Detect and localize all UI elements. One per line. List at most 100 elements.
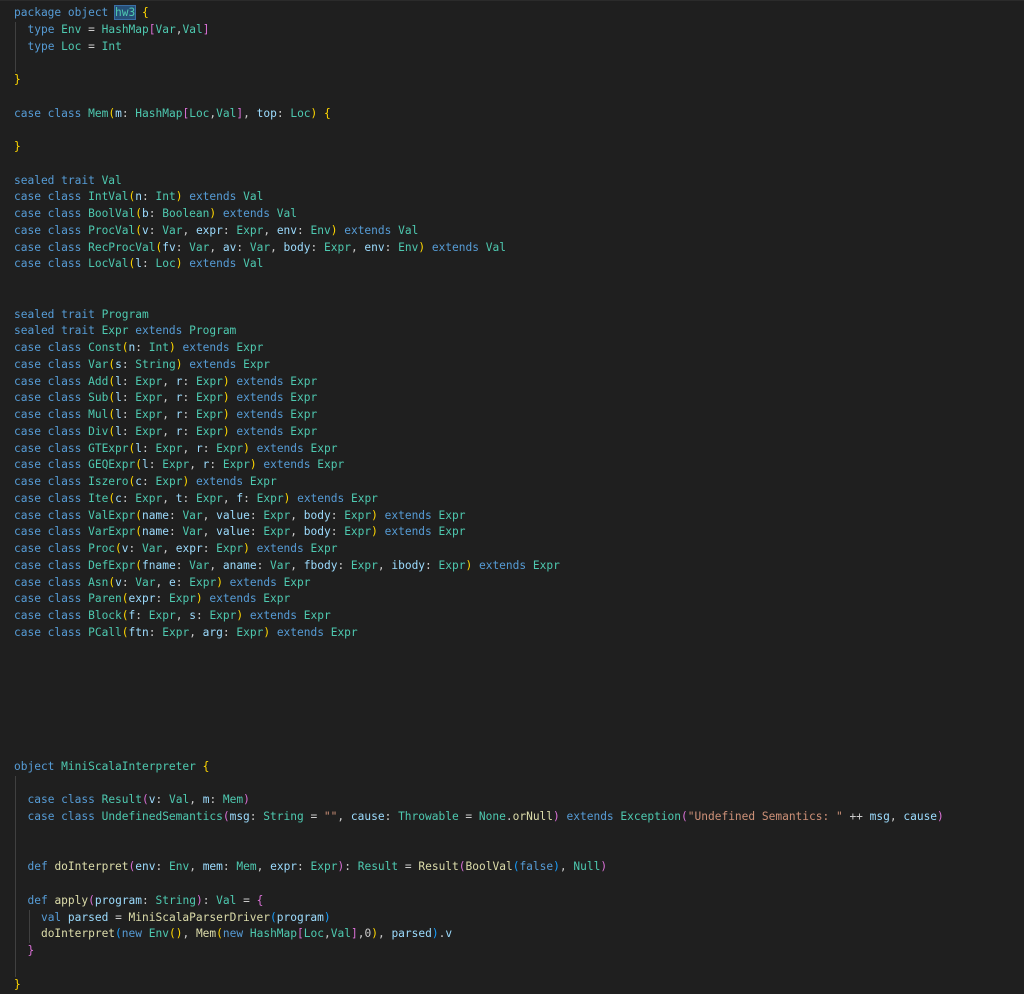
code-line[interactable]: object MiniScalaInterpreter { [14, 759, 944, 776]
code-token: BoolVal [88, 207, 136, 220]
code-line[interactable]: case class IntVal(n: Int) extends Val [14, 189, 944, 206]
code-token: Expr [344, 525, 372, 539]
code-line[interactable] [14, 709, 944, 726]
code-line[interactable] [14, 89, 944, 106]
code-line[interactable] [14, 658, 944, 675]
code-line[interactable]: case class Var(s: String) extends Expr [14, 357, 944, 374]
code-token: val [40, 910, 68, 924]
code-token: Env [168, 860, 190, 874]
code-line[interactable]: case class VarExpr(name: Var, value: Exp… [14, 524, 944, 541]
code-token: HashMap [101, 22, 149, 36]
code-line[interactable]: case class GEQExpr(l: Expr, r: Expr) ext… [14, 457, 944, 474]
code-line[interactable]: def doInterpret (env: Env, mem: Mem, expr… [14, 859, 944, 876]
code-token: : [175, 240, 190, 254]
code-token: VarExpr [88, 525, 136, 539]
code-token: Const [88, 341, 122, 354]
code-line[interactable]: case class ValExpr(name: Var, value: Exp… [14, 508, 944, 525]
code-token: Expr [195, 424, 223, 438]
code-token: Val [243, 190, 264, 204]
code-line[interactable] [14, 692, 944, 709]
code-line[interactable] [14, 290, 944, 307]
code-token: Expr [532, 558, 560, 572]
code-editor[interactable]: package object hw3 { type Env = HashMap[… [0, 0, 1024, 994]
code-line[interactable]: case class LocVal(l: Loc) extends Val [14, 256, 944, 273]
code-line[interactable]: } [14, 943, 944, 960]
code-line[interactable]: case class Iszero(c: Expr) extends Expr [14, 474, 944, 491]
code-line[interactable]: case class Block(f: Expr, s: Expr) exten… [14, 608, 944, 625]
code-line[interactable]: case class UndefinedSemantics(msg: Strin… [14, 809, 944, 826]
code-token: Mul [88, 408, 109, 421]
code-line[interactable] [14, 273, 944, 290]
code-line[interactable] [14, 675, 944, 692]
code-token: Result [357, 860, 399, 874]
code-token: : [148, 625, 163, 639]
code-token: Expr [216, 542, 244, 555]
code-line[interactable]: sealed trait Expr extends Program [14, 323, 944, 340]
code-token: ( [135, 458, 142, 472]
code-line[interactable] [14, 775, 944, 793]
code-line[interactable]: case class Proc(v: Var, expr: Expr) exte… [14, 541, 944, 558]
code-line[interactable]: type Env = HashMap[Var,Val] [14, 21, 944, 39]
code-line[interactable]: doInterpret(new Env(), Mem(new HashMap[L… [14, 926, 944, 943]
code-line[interactable] [14, 825, 944, 843]
code-token: ) [249, 458, 257, 472]
code-line[interactable] [14, 55, 944, 72]
code-line[interactable] [14, 122, 944, 139]
code-line[interactable]: case class BoolVal(b: Boolean) extends V… [14, 206, 944, 223]
code-line[interactable]: package object hw3 { [14, 5, 944, 22]
code-line[interactable] [14, 959, 944, 977]
code-line[interactable]: } [14, 72, 944, 89]
code-token: r [195, 441, 203, 455]
code-line[interactable]: case class GTExpr(l: Expr, r: Expr) exte… [14, 441, 944, 458]
code-line[interactable]: sealed trait Program [14, 307, 944, 324]
code-line[interactable]: case class Const(n: Int) extends Expr [14, 340, 944, 357]
code-line[interactable] [14, 742, 944, 759]
code-line[interactable]: case class ProcVal(v: Var, expr: Expr, e… [14, 223, 944, 240]
code-line[interactable] [14, 156, 944, 173]
code-line[interactable]: case class Ite(c: Expr, t: Expr, f: Expr… [14, 491, 944, 508]
code-line[interactable] [14, 725, 944, 742]
code-token: : [175, 558, 190, 572]
code-line[interactable]: case class PCall(ftn: Expr, arg: Expr) e… [14, 625, 944, 642]
code-line[interactable]: case class Asn(v: Var, e: Expr) extends … [14, 575, 944, 592]
code-token: LocVal [88, 257, 129, 271]
code-token: Var [142, 542, 163, 555]
code-line[interactable]: sealed trait Val [14, 173, 944, 190]
code-line[interactable]: case class RecProcVal(fv: Var, av: Var, … [14, 240, 944, 257]
code-line[interactable]: } [14, 139, 944, 156]
code-line[interactable]: case class DefExpr(fname: Var, aname: Va… [14, 558, 944, 575]
code-token: Loc [189, 106, 210, 120]
code-line[interactable]: case class Mem(m: HashMap[Loc,Val], top:… [14, 106, 944, 123]
code-token: = [81, 22, 102, 36]
code-token: package object [14, 6, 116, 19]
code-token: : [128, 542, 143, 555]
code-token: v [148, 793, 156, 807]
code-line[interactable]: case class Div(l: Expr, r: Expr) extends… [14, 424, 944, 441]
code-line[interactable]: case class Mul(l: Expr, r: Expr) extends… [14, 407, 944, 424]
code-line[interactable]: } [14, 977, 944, 994]
code-token: : [121, 575, 136, 589]
code-line[interactable]: def apply(program: String): Val = { [14, 892, 944, 910]
code-token: case class [14, 625, 89, 639]
code-token: , [263, 223, 277, 237]
code-token: Val [182, 22, 203, 36]
code-line[interactable]: case class Sub(l: Expr, r: Expr) extends… [14, 390, 944, 407]
code-token: Expr [135, 491, 163, 505]
code-line[interactable]: case class Result(v: Val, m: Mem) [14, 792, 944, 809]
code-token: Add [88, 374, 109, 388]
code-area[interactable]: package object hw3 { type Env = HashMap[… [14, 5, 944, 993]
code-token: Var [189, 558, 210, 572]
code-line[interactable] [14, 842, 944, 860]
code-line[interactable]: case class Add(l: Expr, r: Expr) extends… [14, 374, 944, 391]
code-token: GTExpr [88, 441, 129, 455]
code-line[interactable]: case class Paren(expr: Expr) extends Exp… [14, 591, 944, 608]
code-token: String [155, 893, 196, 907]
code-line[interactable]: val parsed = MiniScalaParserDriver(progr… [14, 909, 944, 927]
code-token: . [505, 810, 513, 823]
code-line[interactable] [14, 642, 944, 659]
code-token: Var [270, 558, 291, 572]
code-token: Env [148, 927, 169, 941]
code-line[interactable] [14, 876, 944, 893]
code-line[interactable]: type Loc = Int [14, 38, 944, 56]
